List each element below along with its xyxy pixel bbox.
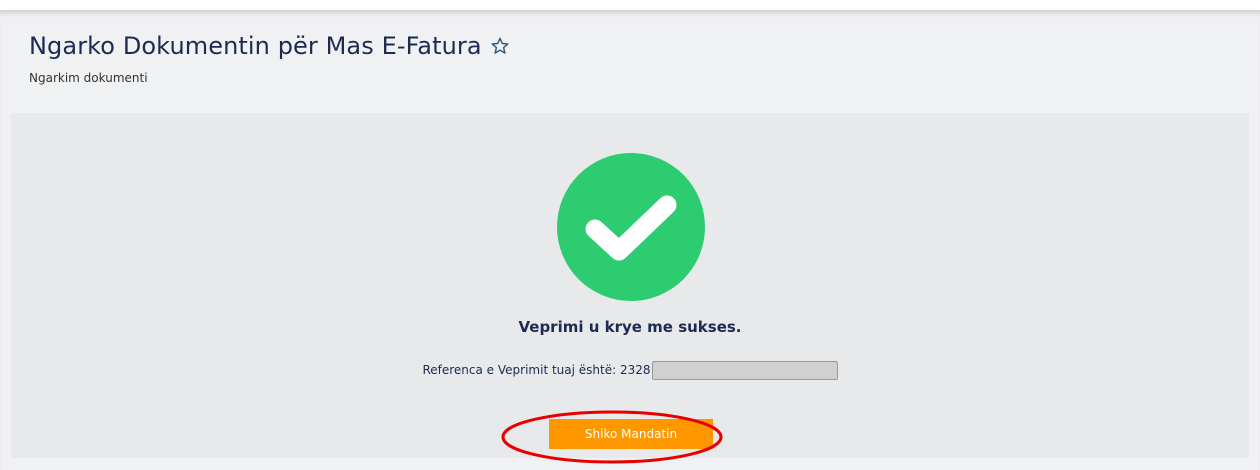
title-row: Ngarko Dokumentin për Mas E-Fatura [29,29,1240,63]
page-subtitle: Ngarkim dokumenti [29,71,148,85]
success-message: Veprimi u krye me sukses. [518,318,742,336]
result-panel: Veprimi u krye me sukses. Referenca e Ve… [11,113,1249,458]
reference-value: 2328 [616,363,651,377]
page-background: Ngarko Dokumentin për Mas E-Fatura Ngark… [0,10,1260,470]
star-outline-icon[interactable] [490,36,510,56]
reference-number: 2328 [619,363,651,377]
check-circle-icon [557,153,705,301]
redacted-block [651,360,838,380]
page-header: Ngarko Dokumentin për Mas E-Fatura Ngark… [29,29,1240,85]
reference-row: Referenca e Veprimit tuaj është: 2328 [11,359,1249,381]
view-mandate-button[interactable]: Shiko Mandatin [549,419,713,449]
reference-label: Referenca e Veprimit tuaj është: [422,363,617,377]
page-title: Ngarko Dokumentin për Mas E-Fatura [29,32,482,60]
